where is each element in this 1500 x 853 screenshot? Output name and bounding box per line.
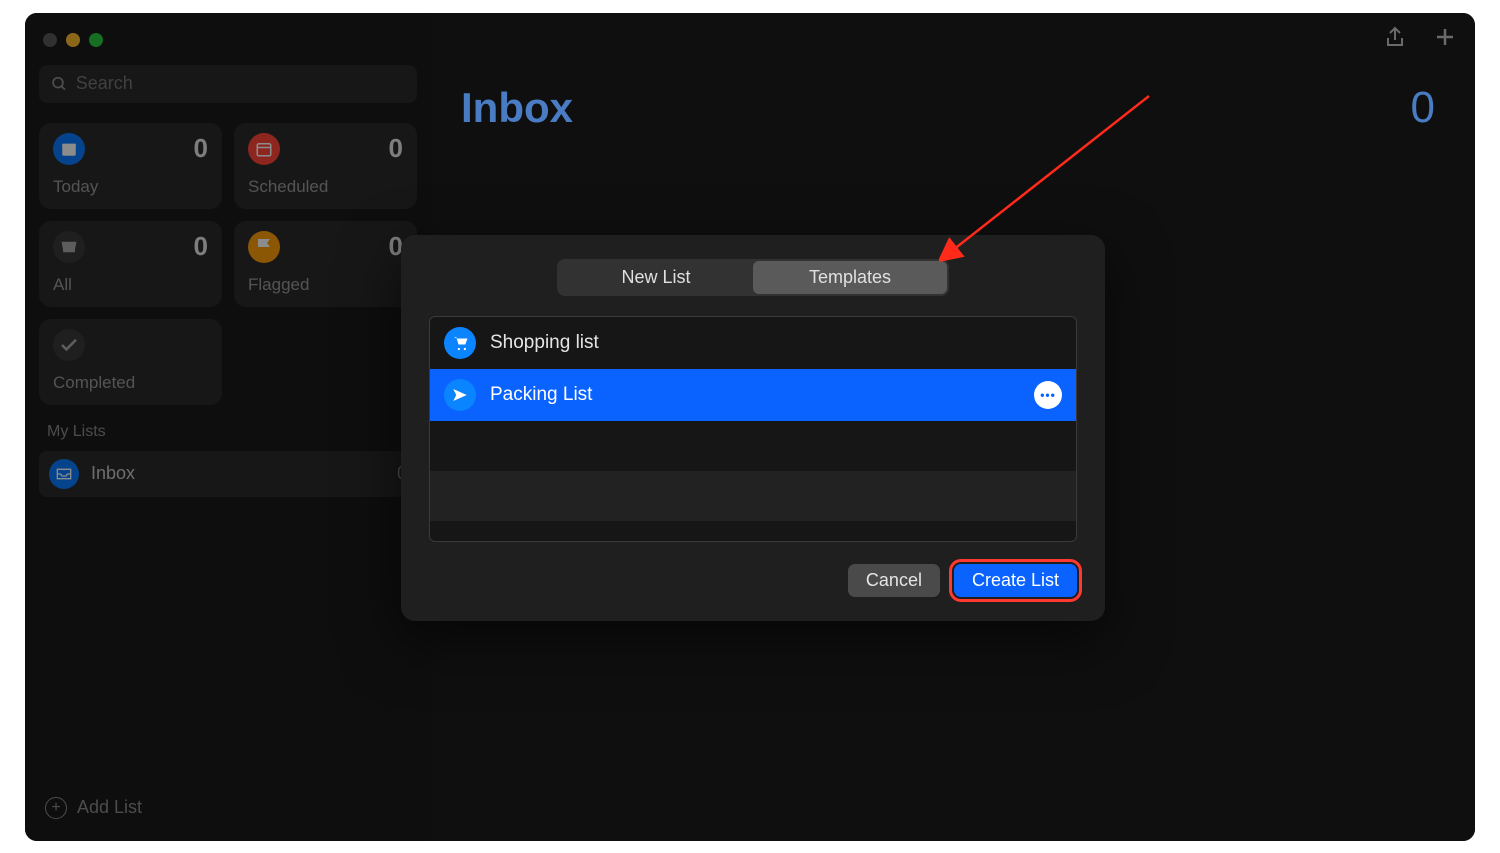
today-count: 0 <box>194 133 208 164</box>
maximize-window-button[interactable] <box>89 33 103 47</box>
completed-label: Completed <box>53 373 208 393</box>
checkmark-icon <box>53 329 85 361</box>
template-name: Packing List <box>490 384 592 406</box>
calendar-icon <box>53 133 85 165</box>
tab-templates[interactable]: Templates <box>753 261 947 294</box>
inbox-list-icon <box>49 459 79 489</box>
all-card[interactable]: 0 All <box>39 221 222 307</box>
all-label: All <box>53 275 208 295</box>
airplane-icon <box>444 379 476 411</box>
templates-list: Shopping list Packing List ••• <box>429 316 1077 542</box>
today-label: Today <box>53 177 208 197</box>
list-row-inbox[interactable]: Inbox 0 <box>39 451 417 497</box>
my-lists-header: My Lists <box>39 405 417 451</box>
search-icon <box>51 75 68 93</box>
flagged-card[interactable]: 0 Flagged <box>234 221 417 307</box>
sidebar: 0 Today 0 Scheduled 0 <box>25 13 431 841</box>
scheduled-card[interactable]: 0 Scheduled <box>234 123 417 209</box>
empty-row <box>430 471 1076 521</box>
new-list-modal: New List Templates Shopping list Packing… <box>401 235 1105 621</box>
more-options-button[interactable]: ••• <box>1034 381 1062 409</box>
template-row-shopping[interactable]: Shopping list <box>430 317 1076 369</box>
window-controls <box>39 27 417 65</box>
search-input[interactable] <box>76 73 405 94</box>
create-list-button[interactable]: Create List <box>954 564 1077 597</box>
flagged-label: Flagged <box>248 275 403 295</box>
add-reminder-icon[interactable] <box>1433 25 1457 49</box>
flag-icon <box>248 231 280 263</box>
segmented-control: New List Templates <box>557 259 949 296</box>
scheduled-count: 0 <box>389 133 403 164</box>
scheduled-label: Scheduled <box>248 177 403 197</box>
main-header: Inbox 0 <box>431 13 1475 133</box>
search-field[interactable] <box>39 65 417 103</box>
minimize-window-button[interactable] <box>66 33 80 47</box>
cancel-button[interactable]: Cancel <box>848 564 940 597</box>
today-card[interactable]: 0 Today <box>39 123 222 209</box>
add-list-label: Add List <box>77 797 142 818</box>
calendar-grid-icon <box>248 133 280 165</box>
create-list-label: Create List <box>972 570 1059 590</box>
page-title: Inbox <box>461 84 573 132</box>
completed-card[interactable]: Completed <box>39 319 222 405</box>
smart-lists-grid: 0 Today 0 Scheduled 0 <box>39 123 417 405</box>
modal-footer: Cancel Create List <box>429 564 1077 597</box>
app-window: 0 Today 0 Scheduled 0 <box>25 13 1475 841</box>
share-icon[interactable] <box>1383 25 1407 49</box>
empty-row <box>430 421 1076 471</box>
cart-icon <box>444 327 476 359</box>
template-name: Shopping list <box>490 332 599 354</box>
template-row-packing[interactable]: Packing List ••• <box>430 369 1076 421</box>
list-name: Inbox <box>91 463 397 484</box>
add-list-button[interactable]: + Add List <box>39 789 417 827</box>
all-count: 0 <box>194 231 208 262</box>
tray-icon <box>53 231 85 263</box>
tab-new-list[interactable]: New List <box>559 261 753 294</box>
close-window-button[interactable] <box>43 33 57 47</box>
page-count: 0 <box>1411 83 1435 133</box>
plus-circle-icon: + <box>45 797 67 819</box>
toolbar <box>1383 25 1457 49</box>
